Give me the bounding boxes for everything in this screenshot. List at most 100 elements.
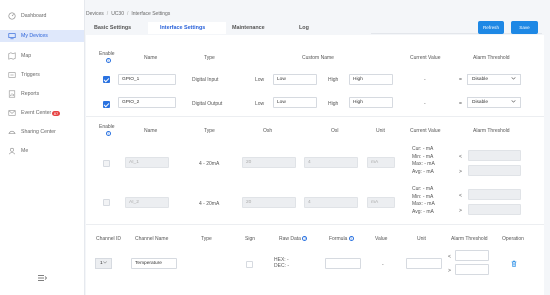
map-icon: [8, 52, 16, 60]
gpio-2-operator: =: [459, 101, 462, 107]
analog-osl-header: Osl: [331, 128, 339, 134]
breadcrumb-current: Interface Settings: [131, 11, 171, 17]
gpio-1-low-label: Low: [255, 77, 265, 83]
ai-2-osl-input[interactable]: 4: [304, 197, 358, 208]
gpio-name-header: Name: [144, 55, 158, 61]
gpio-1-operator: =: [459, 77, 462, 83]
ai-2-op-low: <: [459, 193, 462, 199]
section-divider: [86, 224, 544, 225]
sidebar-item-triggers[interactable]: Triggers: [0, 69, 84, 81]
gpio-1-type: Digital Input: [192, 77, 219, 83]
analog-osh-header: Osh: [263, 128, 273, 134]
tab-log[interactable]: Log: [291, 22, 371, 34]
channel-unit-input[interactable]: [406, 258, 442, 269]
ai-2-osh-input[interactable]: 20: [242, 197, 296, 208]
help-icon[interactable]: ?: [348, 236, 354, 242]
delete-icon[interactable]: [510, 259, 518, 270]
section-divider: [86, 116, 544, 117]
ai-2-alarm-high-input[interactable]: [468, 204, 521, 215]
channel-formula-header: Formula ?: [329, 236, 354, 242]
gpio-1-current-value: -: [424, 77, 426, 83]
channel-type-header: Type: [201, 236, 212, 242]
sidebar-item-dashboard[interactable]: Dashboard: [0, 10, 84, 22]
ai-1-name-input[interactable]: AI_1: [125, 157, 169, 168]
gpio-2-low-label: Low: [255, 101, 265, 107]
channel-name-input[interactable]: Temperature: [131, 258, 177, 269]
gpio-1-enable-checkbox[interactable]: [103, 76, 110, 83]
channel-operation-header: Operation: [502, 236, 524, 242]
ai-2-alarm-low-input[interactable]: [468, 189, 521, 200]
ai-1-type: 4 - 20mA: [199, 161, 220, 167]
ai-1-alarm-high-input[interactable]: [468, 165, 521, 176]
help-icon[interactable]: ?: [105, 58, 111, 64]
tab-maintenance[interactable]: Maintenance: [226, 22, 291, 34]
ai-2-name-input[interactable]: AI_2: [125, 197, 169, 208]
sidebar-item-label: Map: [21, 53, 32, 59]
gpio-1-low-input[interactable]: Low: [273, 74, 317, 85]
analog-name-header: Name: [144, 128, 158, 134]
sidebar-item-my-devices[interactable]: My Devices: [0, 30, 84, 42]
channel-formula-input[interactable]: [325, 258, 361, 269]
breadcrumb-separator: /: [126, 11, 129, 17]
channel-id-select[interactable]: 1: [95, 258, 112, 269]
ai-1-osl-input[interactable]: 4: [304, 157, 358, 168]
sidebar-item-label: Sharing Center: [21, 129, 56, 135]
sidebar-item-me[interactable]: Me: [0, 145, 84, 157]
sidebar-item-label: Reports: [21, 91, 40, 97]
ai-1-enable-checkbox[interactable]: [103, 160, 110, 167]
gpio-1-high-label: High: [328, 77, 339, 83]
sidebar-item-event-center[interactable]: Event Center 87: [0, 107, 84, 119]
channel-alarm-high-input[interactable]: [455, 264, 489, 275]
ai-1-alarm-low-input[interactable]: [468, 150, 521, 161]
sidebar-item-label: Me: [21, 148, 29, 154]
channel-sign-header: Sign: [245, 236, 256, 242]
tab-basic-settings[interactable]: Basic Settings: [86, 22, 148, 34]
user-icon: [8, 147, 16, 155]
interface-panel: Enable ? Name Type Custom Name Current V…: [86, 35, 544, 295]
save-button[interactable]: Save: [511, 21, 538, 34]
event-center-icon: [8, 109, 16, 117]
ai-2-enable-checkbox[interactable]: [103, 199, 110, 206]
channel-value: -: [382, 262, 384, 268]
gpio-1-alarm-select[interactable]: Disable: [467, 74, 521, 85]
sidebar-item-sharing-center[interactable]: Sharing Center: [0, 126, 84, 138]
gpio-2-alarm-value: Disable: [472, 100, 488, 105]
refresh-button[interactable]: Refresh: [478, 21, 504, 34]
devices-icon: [8, 32, 16, 40]
breadcrumb-device[interactable]: UC30: [111, 11, 124, 17]
gpio-1-name-input[interactable]: GPIO_1: [118, 74, 176, 85]
sidebar-item-map[interactable]: Map: [0, 50, 84, 62]
channel-name-header: Channel Name: [135, 236, 169, 242]
channel-value-header: Value: [375, 236, 388, 242]
gpio-2-type: Digital Output: [192, 101, 223, 107]
gpio-2-alarm-select[interactable]: Disable: [467, 97, 521, 108]
triggers-icon: [8, 71, 16, 79]
breadcrumb-devices[interactable]: Devices: [86, 11, 104, 17]
gpio-custom-name-header: Custom Name: [302, 55, 334, 61]
analog-enable-header: Enable ?: [99, 124, 115, 137]
event-count-badge: 87: [52, 110, 60, 116]
analog-type-header: Type: [204, 128, 215, 134]
gpio-1-high-input[interactable]: High: [349, 74, 393, 85]
gpio-current-value-header: Current Value: [410, 55, 441, 61]
ai-1-unit-input[interactable]: mA: [367, 157, 395, 168]
gpio-2-enable-checkbox[interactable]: [103, 101, 110, 108]
gpio-type-header: Type: [204, 55, 215, 61]
collapse-sidebar-icon[interactable]: [37, 274, 47, 282]
gpio-2-name-input[interactable]: GPIO_2: [118, 97, 176, 108]
tab-interface-settings[interactable]: Interface Settings: [148, 22, 226, 34]
ai-1-stats: Cur: - mA Min: - mA Max: - mA Avg: - mA: [412, 146, 435, 175]
sidebar-item-label: Event Center: [21, 110, 52, 116]
gpio-2-low-input[interactable]: Low: [273, 97, 317, 108]
channel-alarm-low-input[interactable]: [455, 250, 489, 261]
help-icon[interactable]: ?: [105, 131, 111, 137]
sidebar-item-label: My Devices: [21, 33, 48, 39]
sidebar-item-reports[interactable]: Reports: [0, 88, 84, 100]
dashboard-icon: [8, 12, 16, 20]
ai-2-unit-input[interactable]: mA: [367, 197, 395, 208]
help-icon[interactable]: ?: [302, 236, 308, 242]
channel-sign-checkbox[interactable]: [246, 261, 253, 268]
ai-2-op-high: >: [459, 208, 462, 214]
ai-1-osh-input[interactable]: 20: [242, 157, 296, 168]
gpio-2-high-input[interactable]: High: [349, 97, 393, 108]
